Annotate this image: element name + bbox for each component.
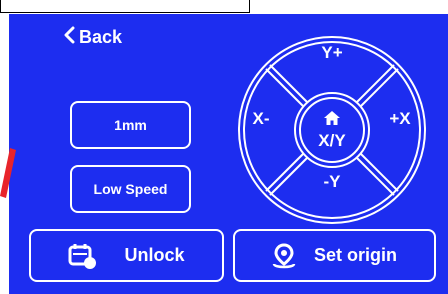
location-pin-icon xyxy=(272,242,296,269)
jog-dial: Y+ -Y X- +X X/Y xyxy=(236,34,428,226)
back-button[interactable]: Back xyxy=(63,26,122,48)
jog-y-plus-button[interactable]: Y+ xyxy=(321,43,342,63)
unlock-label: Unlock xyxy=(124,245,185,265)
home-label: X/Y xyxy=(318,130,346,150)
unlock-button[interactable]: Unlock xyxy=(29,229,224,282)
jog-x-minus-button[interactable]: X- xyxy=(253,109,270,129)
back-label: Back xyxy=(79,26,123,47)
jog-x-plus-button[interactable]: +X xyxy=(389,109,410,129)
step-size-button[interactable]: 1mm xyxy=(70,101,191,149)
speed-label: Low Speed xyxy=(93,181,168,197)
unlock-icon xyxy=(68,242,98,270)
top-frame xyxy=(0,0,250,13)
set-origin-label: Set origin xyxy=(313,245,397,265)
jog-y-minus-button[interactable]: -Y xyxy=(324,172,341,192)
chevron-left-icon xyxy=(63,26,75,48)
speed-button[interactable]: Low Speed xyxy=(70,165,191,213)
home-xy-button[interactable]: X/Y xyxy=(302,100,362,160)
set-origin-button[interactable]: Set origin xyxy=(233,229,436,282)
step-size-label: 1mm xyxy=(114,117,147,133)
home-icon xyxy=(323,110,341,131)
